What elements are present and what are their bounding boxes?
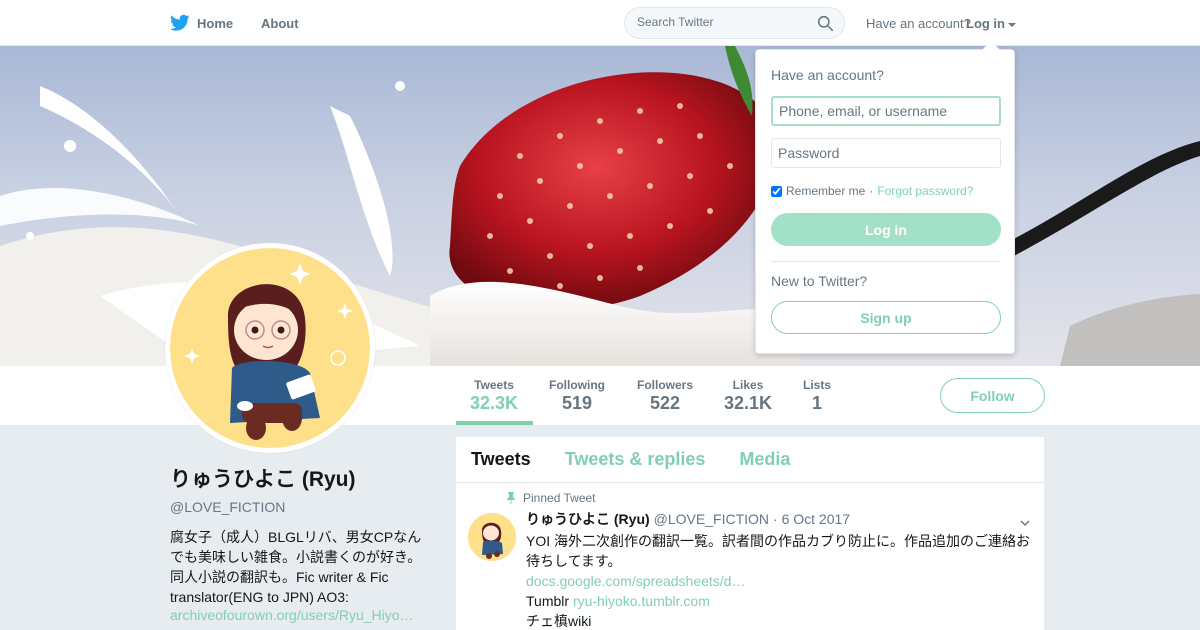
timeline: Tweets Tweets & replies Media Pinned Twe… [456, 437, 1044, 630]
pin-icon [507, 492, 515, 504]
tweet-tumblr-line: Tumblr ryu-hiyoko.tumblr.com [526, 591, 1030, 611]
stat-value: 519 [561, 393, 593, 413]
stat-label: Lists [802, 378, 831, 392]
pinned-tweet[interactable]: Pinned Tweet りゅうひよこ (Ryu) @LOVE_FICTION … [456, 483, 1044, 630]
avatar-illustration [170, 248, 370, 448]
tweet-body: YOI 海外二次創作の翻訳一覧。訳者間の作品カブり防止に。作品追加のご連絡お待ち… [526, 531, 1030, 630]
nav-home-link[interactable]: Home [170, 14, 233, 32]
stat-value: 1 [811, 393, 822, 413]
remember-me-label[interactable]: Remember me [786, 184, 865, 198]
profile-bio-link[interactable]: archiveofourown.org/users/Ryu_Hiyo… [170, 607, 432, 623]
top-navigation-bar: Home About Have an account? Log in [0, 0, 1200, 46]
login-dropdown-title: Have an account? [771, 67, 884, 83]
chevron-down-icon[interactable] [1020, 518, 1030, 528]
twitter-bird-icon [170, 14, 190, 31]
new-to-twitter-text: New to Twitter? [771, 273, 868, 289]
profile-bio-text: 腐女子（成人）BLGLリバ、男女CPなんでも美味しい雑食。小説書くのが好き。同人… [170, 529, 422, 605]
tweet-avatar-illustration [468, 513, 516, 561]
search-input[interactable] [637, 15, 812, 29]
tweet-tumblr-prefix: Tumblr [526, 593, 570, 609]
pinned-label-text: Pinned Tweet [523, 491, 596, 505]
caret-down-icon [1008, 22, 1016, 27]
profile-name[interactable]: りゅうひよこ (Ryu) [170, 463, 432, 493]
tweet-tumblr-link[interactable]: ryu-hiyoko.tumblr.com [573, 593, 710, 609]
stat-value: 32.1K [723, 393, 773, 413]
login-button[interactable]: Log in [771, 213, 1001, 246]
pinned-tweet-label: Pinned Tweet [505, 491, 1030, 505]
signup-button[interactable]: Sign up [771, 301, 1001, 334]
search-icon[interactable] [817, 15, 834, 32]
tweet-extra-text: チェ槙wiki [526, 613, 592, 629]
login-link-label: Log in [966, 16, 1005, 31]
active-stat-underline [456, 421, 533, 425]
login-dropdown-toggle[interactable]: Log in [966, 16, 1016, 31]
tweet-link[interactable]: docs.google.com/spreadsheets/d… [526, 571, 1030, 591]
login-dropdown: Have an account? Remember me · Forgot pa… [755, 41, 1015, 354]
remember-me-checkbox[interactable] [771, 185, 782, 197]
stat-likes[interactable]: Likes 32.1K [722, 378, 774, 414]
profile-handle[interactable]: @LOVE_FICTION [170, 499, 432, 515]
tweet-author-name[interactable]: りゅうひよこ (Ryu) [526, 509, 650, 529]
stat-following[interactable]: Following 519 [546, 378, 608, 414]
stat-label: Following [549, 378, 605, 392]
profile-bio-card: りゅうひよこ (Ryu) @LOVE_FICTION 腐女子（成人）BLGLリバ… [170, 460, 432, 623]
remember-me-row: Remember me · Forgot password? [771, 184, 973, 198]
forgot-password-link[interactable]: Forgot password? [877, 184, 973, 198]
tweet-text: YOI 海外二次創作の翻訳一覧。訳者間の作品カブり防止に。作品追加のご連絡お待ち… [526, 533, 1031, 569]
nav-about-link[interactable]: About [261, 16, 299, 31]
tweet-date[interactable]: · 6 Oct 2017 [773, 511, 850, 527]
stat-label: Followers [636, 378, 693, 392]
divider [771, 261, 1001, 262]
stat-tweets[interactable]: Tweets 32.3K [466, 378, 522, 414]
tab-tweets-replies[interactable]: Tweets & replies [565, 449, 706, 470]
have-account-text: Have an account? [866, 16, 971, 31]
stat-followers[interactable]: Followers 522 [634, 378, 696, 414]
tweet-header: りゅうひよこ (Ryu) @LOVE_FICTION · 6 Oct 2017 [526, 509, 1030, 529]
tweet-avatar[interactable] [468, 513, 516, 561]
tweet-author-handle[interactable]: @LOVE_FICTION [654, 511, 769, 527]
stat-label: Likes [732, 378, 764, 392]
password-field[interactable] [771, 138, 1001, 168]
username-field[interactable] [771, 96, 1001, 126]
follow-button[interactable]: Follow [940, 378, 1045, 413]
timeline-tabs: Tweets Tweets & replies Media [456, 437, 1044, 483]
stat-value: 522 [649, 393, 681, 413]
stat-lists[interactable]: Lists 1 [799, 378, 835, 414]
tab-tweets[interactable]: Tweets [471, 449, 531, 470]
search-box [624, 7, 845, 39]
profile-avatar[interactable] [165, 243, 375, 453]
stat-label: Tweets [474, 378, 514, 392]
tab-media[interactable]: Media [739, 449, 790, 470]
stat-value: 32.3K [469, 393, 519, 413]
separator-dot: · [869, 184, 874, 198]
nav-home-label: Home [197, 15, 234, 31]
